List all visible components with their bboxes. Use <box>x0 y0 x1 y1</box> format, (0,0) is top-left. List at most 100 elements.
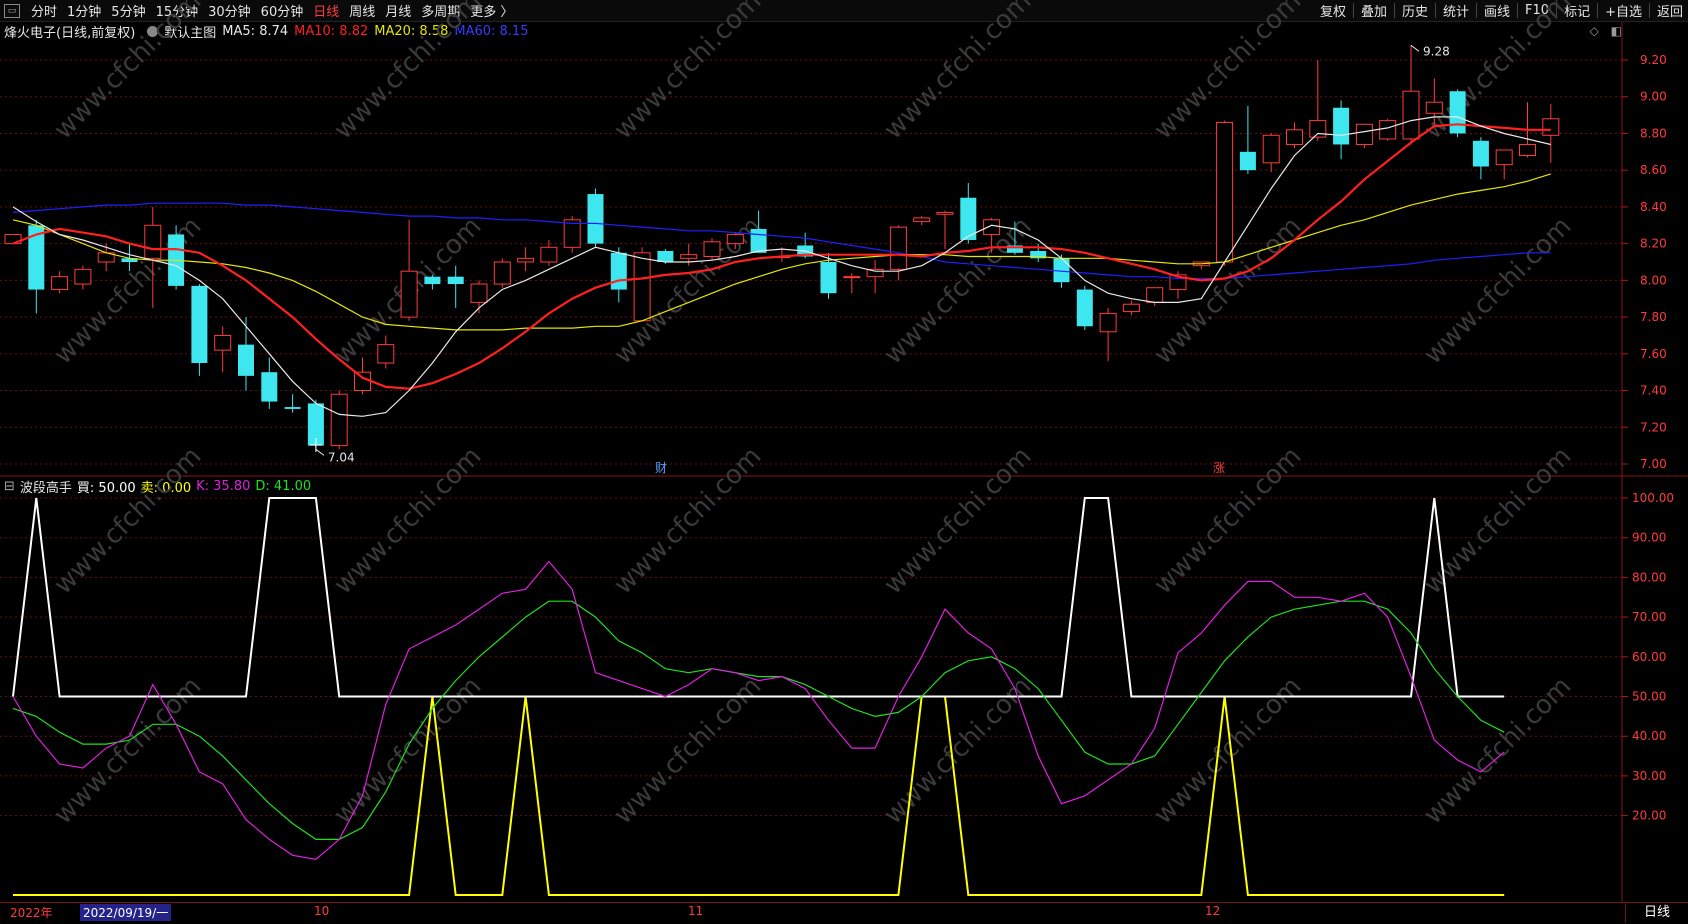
candle-body-up <box>1309 120 1327 138</box>
watermark-text: www.cfchi.com <box>48 0 207 145</box>
candle-body-up <box>680 254 698 259</box>
cursor-date: 2022/09/19/一 <box>80 904 172 921</box>
candle-body-up <box>843 276 861 279</box>
watermark-text: www.cfchi.com <box>48 671 207 830</box>
period-indicator[interactable]: 日线 <box>1625 902 1688 923</box>
indicator-tick-label: 40.00 <box>1632 729 1666 743</box>
watermark-text: www.cfchi.com <box>48 441 207 600</box>
candle-body-down <box>610 252 627 290</box>
price-tick-label: 7.80 <box>1640 310 1667 324</box>
candle-body-up <box>1379 120 1397 140</box>
month-label-10: 10 <box>314 904 330 918</box>
indicator-tick-label: 60.00 <box>1632 650 1666 664</box>
watermark-text: www.cfchi.com <box>1418 671 1577 830</box>
price-tick-label: 7.60 <box>1640 347 1667 361</box>
candle-body-down <box>238 344 254 376</box>
candle-body-up <box>51 276 69 291</box>
candle-body-up <box>1216 121 1234 263</box>
candle-body-down <box>261 372 278 402</box>
watermark-text: www.cfchi.com <box>1148 671 1307 830</box>
watermark-text: www.cfchi.com <box>328 671 487 830</box>
watermark-text: www.cfchi.com <box>328 441 487 600</box>
price-tick-label: 7.00 <box>1640 457 1667 471</box>
candle-body-down <box>1239 151 1256 171</box>
candle-body-down <box>820 262 837 294</box>
watermark-text: www.cfchi.com <box>1148 441 1307 600</box>
candle-body-up <box>1146 287 1164 303</box>
high-price-label: 9.28 <box>1423 44 1450 58</box>
candle-body-up <box>1402 90 1420 140</box>
indicator-tick-label: 20.00 <box>1632 809 1666 823</box>
price-tick-label: 8.20 <box>1640 237 1667 251</box>
low-price-label: 7.04 <box>328 450 355 464</box>
candle-body-up <box>1495 149 1513 166</box>
time-axis <box>0 902 1688 924</box>
high-pointer <box>1410 44 1420 52</box>
candle-body-up <box>1425 101 1443 114</box>
candle-body-up <box>330 393 348 447</box>
candle-body-up <box>354 371 371 392</box>
candle-body-up <box>540 246 558 263</box>
candle-body-down <box>424 276 441 285</box>
candle-body-down <box>1472 140 1489 167</box>
watermark-text: www.cfchi.com <box>608 671 767 830</box>
candle-body-up <box>1262 134 1280 164</box>
candle-body-down <box>284 407 301 409</box>
candle-body-up <box>983 219 1001 235</box>
candle-body-down <box>447 276 464 285</box>
indicator-tick-label: 80.00 <box>1632 570 1666 584</box>
candle-body-up <box>1099 312 1117 333</box>
candle-body-up <box>1542 118 1560 136</box>
indicator-tick-label: 50.00 <box>1632 690 1666 704</box>
price-tick-label: 9.20 <box>1640 53 1667 67</box>
candle-body-up <box>214 334 232 351</box>
candle-body-down <box>750 228 767 253</box>
price-tick-label: 8.40 <box>1640 200 1667 214</box>
watermark-text: www.cfchi.com <box>608 441 767 600</box>
candle-body-up <box>633 252 651 322</box>
price-tick-label: 7.40 <box>1640 384 1667 398</box>
d-line <box>12 600 1505 840</box>
buy-signal-line <box>12 497 1505 698</box>
watermark-text: www.cfchi.com <box>1418 441 1577 600</box>
price-tick-label: 7.20 <box>1640 420 1667 434</box>
watermark-text: www.cfchi.com <box>878 441 1037 600</box>
sell-signal-line <box>13 695 1505 896</box>
candle-body-down <box>1076 289 1093 327</box>
candle-body-up <box>1355 123 1373 145</box>
candle-body-up <box>726 233 744 245</box>
watermark-text: www.cfchi.com <box>878 0 1037 145</box>
candle-body-up <box>377 344 395 364</box>
year-label: 2022年 <box>10 906 53 920</box>
month-label-12: 12 <box>1205 904 1221 918</box>
candle-body-up <box>1122 303 1140 313</box>
indicator-tick-label: 30.00 <box>1632 769 1666 783</box>
candle-body-down <box>191 285 208 363</box>
watermark-text: www.cfchi.com <box>328 0 487 145</box>
indicator-tick-label: 70.00 <box>1632 610 1666 624</box>
price-tick-label: 9.00 <box>1640 90 1667 104</box>
candle-body-up <box>1286 129 1303 145</box>
event-label-finance: 财 <box>655 461 667 475</box>
candle-body-down <box>587 194 604 244</box>
candle-body-up <box>703 241 721 257</box>
candle-body-down <box>1333 107 1350 145</box>
price-tick-label: 8.00 <box>1640 273 1667 287</box>
kline-chart[interactable]: 9.20 9.00 8.80 8.60 8.40 8.20 8.00 7.80 7.60 7.40… <box>0 0 1688 923</box>
event-label-rise: 涨 <box>1213 460 1225 475</box>
candle-body-up <box>1519 143 1536 156</box>
candle-body-up <box>889 226 907 270</box>
candle-body-up <box>400 270 418 318</box>
price-tick-label: 8.60 <box>1640 163 1667 177</box>
candle-body-up <box>493 261 511 285</box>
candle-body-up <box>913 217 931 223</box>
candle-body-up <box>74 268 92 285</box>
watermark-text: www.cfchi.com <box>1418 211 1577 370</box>
month-label-11: 11 <box>688 904 704 918</box>
indicator-tick-label: 90.00 <box>1632 531 1666 545</box>
candle-body-down <box>1449 91 1466 134</box>
candle-body-down <box>657 250 674 262</box>
candle-body-up <box>517 257 535 263</box>
price-tick-label: 8.80 <box>1640 126 1667 140</box>
indicator-tick-label: 100.00 <box>1632 491 1674 505</box>
